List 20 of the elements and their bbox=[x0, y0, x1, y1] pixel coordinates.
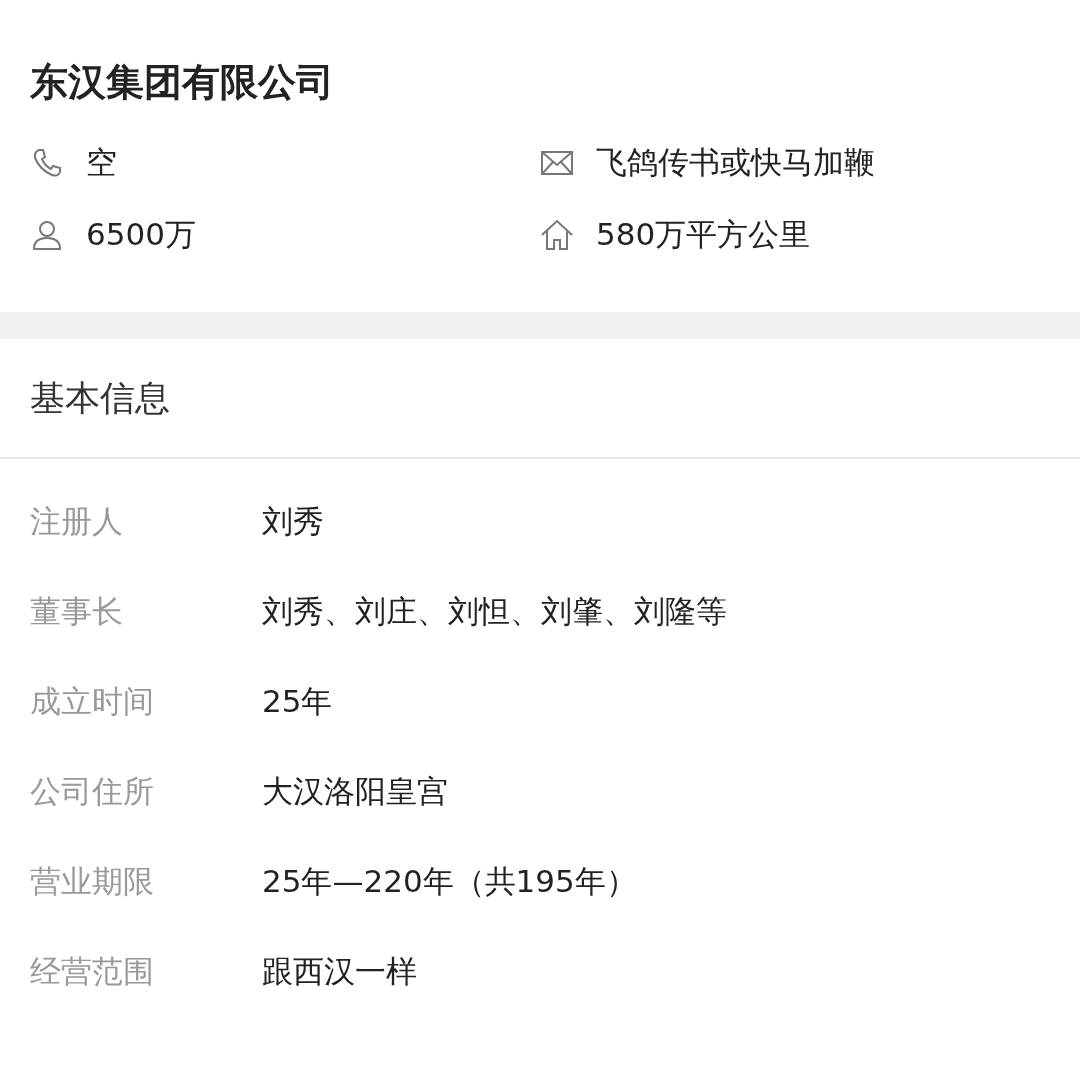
field-value: 刘秀、刘庄、刘怛、刘肇、刘隆等 bbox=[262, 592, 727, 631]
contact-text: 580万平方公里 bbox=[596, 215, 811, 254]
field-value: 大汉洛阳皇宫 bbox=[262, 772, 448, 811]
field-value: 25年 bbox=[262, 682, 333, 721]
field-label: 公司住所 bbox=[30, 772, 155, 811]
section-title: 基本信息 bbox=[0, 339, 1080, 459]
field-value: 25年—220年（共195年） bbox=[262, 862, 637, 901]
field-value: 跟西汉一样 bbox=[262, 952, 417, 991]
company-name: 东汉集团有限公司 bbox=[30, 59, 335, 106]
field-label: 经营范围 bbox=[30, 952, 155, 991]
field-label: 成立时间 bbox=[30, 682, 155, 721]
contact-text: 空 bbox=[86, 143, 117, 182]
field-value: 刘秀 bbox=[262, 502, 324, 541]
contact-text: 6500万 bbox=[86, 215, 196, 254]
house-icon bbox=[540, 218, 574, 252]
contact-text: 飞鸽传书或快马加鞭 bbox=[596, 143, 875, 182]
field-label: 注册人 bbox=[30, 502, 124, 541]
field-label: 董事长 bbox=[30, 592, 124, 631]
person-icon bbox=[30, 218, 64, 252]
field-label: 营业期限 bbox=[30, 862, 155, 901]
